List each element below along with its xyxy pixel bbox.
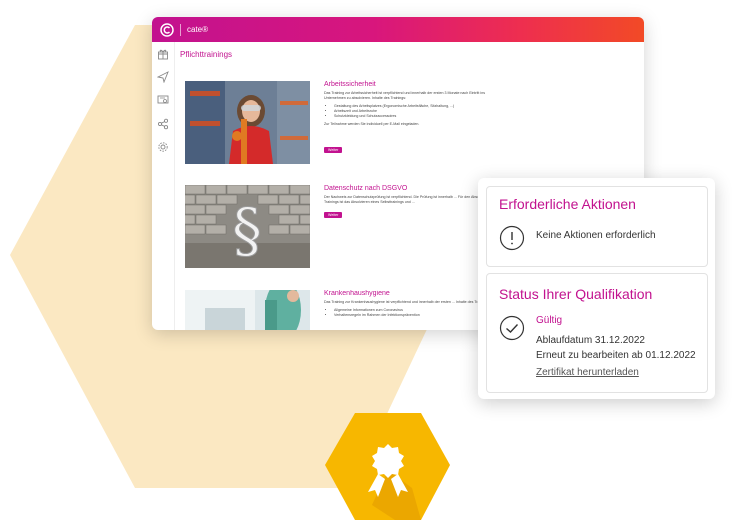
app-name: cate® <box>187 25 209 34</box>
training-title[interactable]: Arbeitssicherheit <box>324 81 376 88</box>
expiry-date: Ablaufdatum 31.12.2022 <box>536 335 645 346</box>
renew-date: Erneut zu bearbeiten ab 01.12.2022 <box>536 350 696 361</box>
certificate-icon[interactable] <box>157 94 169 106</box>
app-logo-icon <box>160 22 174 37</box>
title-bar: cate® <box>152 17 644 42</box>
training-item-arbeitssicherheit: Arbeitssicherheit Das Training zur Arbei… <box>185 81 644 181</box>
qualification-status-panel: Status Ihrer Qualifikation Gültig Ablauf… <box>486 273 708 393</box>
svg-text:§: § <box>232 196 262 266</box>
weiter-button[interactable]: Weiter <box>324 212 343 218</box>
training-image-worker <box>185 81 310 164</box>
training-image-paragraph: § <box>185 185 310 268</box>
qualification-card: Erforderliche Aktionen Keine Aktionen er… <box>478 178 715 399</box>
qualification-title: Status Ihrer Qualifikation <box>499 286 653 302</box>
training-description: Das Training zur Arbeitssicherheit ist v… <box>324 91 504 127</box>
training-image-hospital <box>185 290 310 330</box>
training-description: Das Training zur Krankenhaushygiene ist … <box>324 300 504 321</box>
weiter-button[interactable]: Weiter <box>324 147 343 153</box>
actions-panel: Erforderliche Aktionen Keine Aktionen er… <box>486 186 708 267</box>
list-item: Schutzkleidung und Schutzaccessoires <box>334 114 504 119</box>
send-icon[interactable] <box>157 71 169 83</box>
certificate-download-link[interactable]: Zertifikat herunterladen <box>536 367 639 378</box>
sidebar <box>152 42 175 330</box>
status-badge: Gültig <box>536 315 563 326</box>
training-description: Der Nachweis zur Datenschutzprüfung ist … <box>324 195 504 205</box>
title-separator <box>180 23 181 36</box>
gift-icon[interactable] <box>157 48 169 60</box>
training-intro: Der Nachweis zur Datenschutzprüfung ist … <box>324 195 495 204</box>
share-icon[interactable] <box>157 118 169 130</box>
check-circle-icon <box>499 315 525 341</box>
actions-title: Erforderliche Aktionen <box>499 196 636 212</box>
exclamation-circle-icon <box>499 225 525 251</box>
training-bullet-list: Gestaltung des Arbeitsplatzes (Ergonomis… <box>334 104 504 119</box>
page-title: Pflichttrainings <box>180 50 233 59</box>
training-title[interactable]: Datenschutz nach DSGVO <box>324 185 407 192</box>
training-note: Zur Teilnahme werden Sie individuell per… <box>324 122 420 126</box>
training-intro: Das Training zur Arbeitssicherheit ist v… <box>324 91 486 100</box>
actions-text: Keine Aktionen erforderlich <box>536 230 656 241</box>
training-title[interactable]: Krankenhaushygiene <box>324 290 390 297</box>
settings-icon[interactable] <box>157 141 169 153</box>
training-intro: Das Training zur Krankenhaushygiene ist … <box>324 300 491 304</box>
